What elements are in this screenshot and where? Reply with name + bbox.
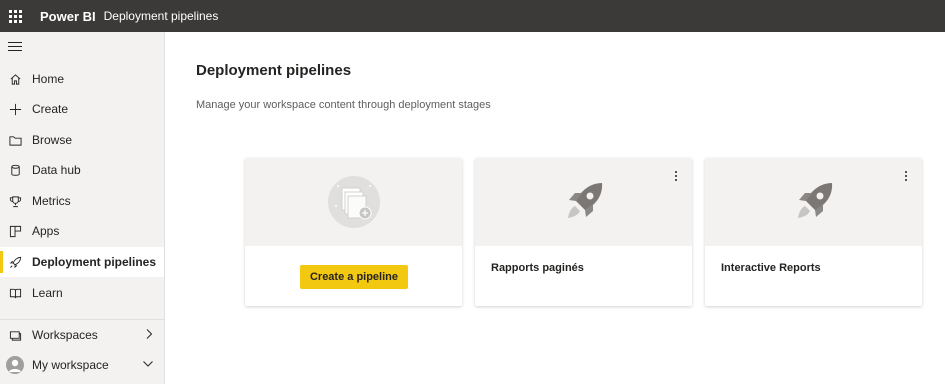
create-pipeline-card: Create a pipeline: [245, 158, 462, 306]
folder-icon: [8, 133, 22, 147]
sidebar-item-browse[interactable]: Browse: [0, 125, 164, 155]
sidebar-item-data-hub[interactable]: Data hub: [0, 155, 164, 185]
sidebar-item-my-workspace[interactable]: My workspace: [0, 350, 164, 380]
main-content: Deployment pipelines Manage your workspa…: [165, 32, 945, 384]
pipeline-name: Interactive Reports: [721, 262, 821, 274]
pipeline-card[interactable]: Interactive Reports: [705, 158, 922, 306]
database-icon: [8, 163, 22, 177]
book-icon: [8, 286, 22, 300]
sidebar-item-label: Create: [32, 102, 69, 116]
more-options-icon[interactable]: [900, 168, 912, 184]
card-illustration: [245, 158, 462, 246]
sidebar: Home Create Browse Data hub Metrics Apps: [0, 32, 165, 384]
sidebar-item-label: Metrics: [32, 194, 71, 208]
apps-icon: [8, 224, 22, 238]
new-pipeline-illustration-icon: [327, 176, 380, 228]
sidebar-item-label: Learn: [32, 286, 63, 300]
sidebar-item-create[interactable]: Create: [0, 94, 164, 124]
sidebar-item-label: My workspace: [32, 358, 109, 372]
pipeline-name: Rapports paginés: [491, 262, 584, 274]
create-pipeline-button[interactable]: Create a pipeline: [300, 265, 408, 289]
sidebar-item-deployment-pipelines[interactable]: Deployment pipelines: [0, 247, 164, 277]
hamburger-menu-icon[interactable]: [8, 42, 22, 54]
plus-icon: [8, 102, 22, 116]
sidebar-item-home[interactable]: Home: [0, 64, 164, 94]
sidebar-item-label: Browse: [32, 133, 73, 147]
sidebar-item-label: Apps: [32, 224, 60, 238]
sidebar-item-label: Workspaces: [32, 328, 98, 342]
workspaces-icon: [8, 328, 22, 342]
rocket-illustration-icon: [567, 183, 602, 218]
home-icon: [8, 72, 22, 86]
chevron-down-icon[interactable]: [142, 358, 154, 373]
card-footer: Create a pipeline: [245, 246, 462, 306]
card-footer: Rapports paginés: [475, 246, 692, 306]
sidebar-item-label: Deployment pipelines: [32, 255, 157, 269]
card-footer: Interactive Reports: [705, 246, 922, 306]
sidebar-item-learn[interactable]: Learn: [0, 278, 164, 308]
pipeline-card[interactable]: Rapports paginés: [475, 158, 692, 306]
chevron-right-icon[interactable]: [144, 328, 154, 343]
rocket-illustration-icon: [797, 183, 832, 218]
app-launcher-icon[interactable]: [0, 0, 30, 32]
sidebar-item-label: Data hub: [32, 163, 81, 177]
sidebar-item-metrics[interactable]: Metrics: [0, 186, 164, 216]
brand-name[interactable]: Power BI: [40, 9, 96, 24]
trophy-icon: [8, 194, 22, 208]
avatar: [6, 356, 24, 374]
more-options-icon[interactable]: [670, 168, 682, 184]
page-title: Deployment pipelines: [196, 62, 352, 79]
sidebar-item-label: Home: [32, 72, 65, 86]
card-illustration: [475, 158, 692, 246]
sidebar-item-workspaces[interactable]: Workspaces: [0, 320, 164, 350]
top-bar: Power BI Deployment pipelines: [0, 0, 945, 32]
breadcrumb: Deployment pipelines: [103, 9, 219, 23]
rocket-icon: [8, 255, 22, 269]
sidebar-item-apps[interactable]: Apps: [0, 216, 164, 246]
page-subtitle: Manage your workspace content through de…: [196, 99, 491, 111]
card-illustration: [705, 158, 922, 246]
